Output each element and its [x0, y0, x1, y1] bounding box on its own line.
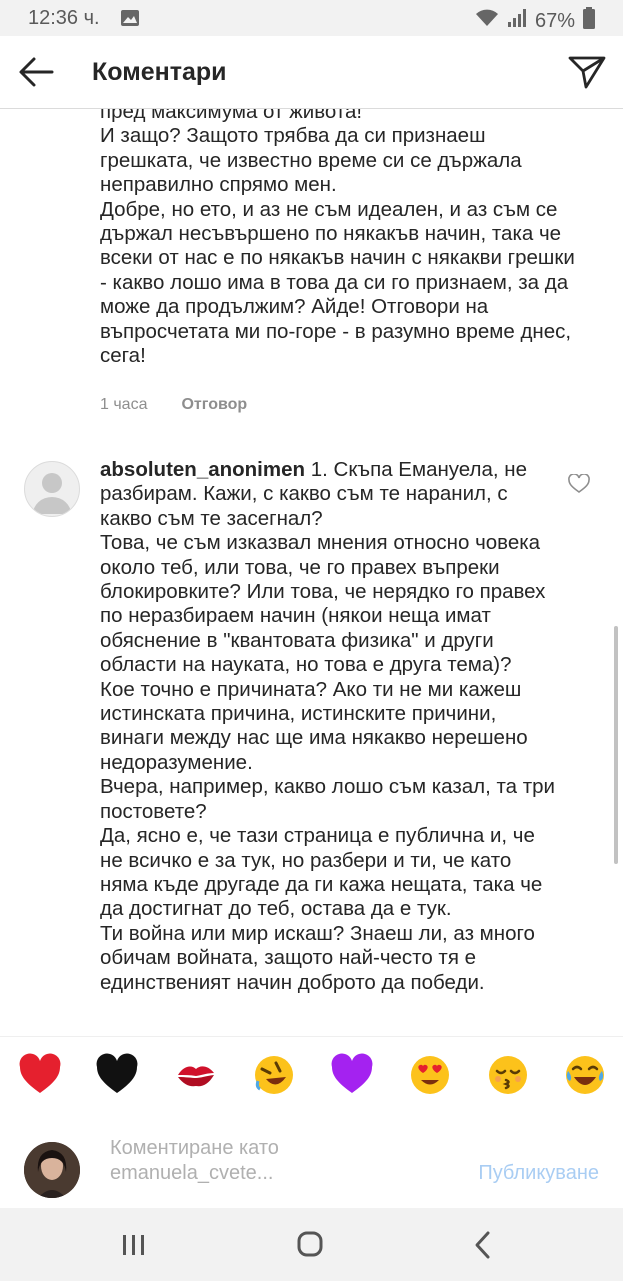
emoji-bar [0, 1036, 623, 1114]
battery-percent: 67% [534, 9, 575, 32]
scrollbar[interactable] [614, 626, 618, 864]
comment-body: пред максимума от живота! И защо? Защото… [100, 108, 575, 368]
avatar[interactable] [24, 461, 80, 517]
like-heart-icon[interactable] [568, 473, 590, 494]
black-heart-icon[interactable] [95, 1053, 139, 1097]
comment-meta: 1 часа Отговор [100, 396, 247, 414]
comment-time: 1 часа [100, 396, 148, 413]
comment-text: 1. Скъпа Емануела, не разбирам. Кажи, с … [100, 458, 556, 994]
home-icon[interactable] [290, 1228, 330, 1262]
kissing-closed-eyes-icon[interactable] [486, 1053, 530, 1097]
comment-body: absoluten_anonimen 1. Скъпа Емануела, не… [100, 458, 558, 995]
publish-button[interactable]: Публикуване [478, 1162, 599, 1185]
direct-send-icon[interactable] [567, 54, 607, 90]
heart-eyes-icon[interactable] [408, 1053, 452, 1097]
comment-input[interactable]: Коментиране като emanuela_cvete... [110, 1136, 430, 1186]
comments-list[interactable]: пред максимума от живота! И защо? Защото… [0, 108, 623, 1036]
signal-icon [507, 8, 527, 34]
red-heart-icon[interactable] [18, 1053, 62, 1097]
comment-composer: Коментиране като emanuela_cvete... Публи… [0, 1112, 623, 1208]
recent-apps-icon[interactable] [114, 1228, 154, 1262]
status-time: 12:36 ч. [28, 7, 100, 29]
current-user-avatar [24, 1142, 80, 1198]
tears-of-joy-icon[interactable] [563, 1053, 607, 1097]
back-arrow-icon[interactable] [14, 54, 58, 90]
reply-button[interactable]: Отговор [181, 396, 247, 414]
wifi-icon [475, 8, 499, 34]
status-bar: 12:36 ч. 67% [0, 0, 623, 36]
page-title: Коментари [92, 58, 227, 86]
app-header: Коментари [0, 36, 623, 109]
battery-icon [583, 7, 595, 35]
system-nav-bar [0, 1208, 623, 1281]
comment-username[interactable]: absoluten_anonimen [100, 458, 305, 481]
gallery-notification-icon [120, 9, 140, 33]
rolling-laughing-icon[interactable] [252, 1053, 296, 1097]
back-nav-icon[interactable] [464, 1228, 504, 1262]
kiss-mark-icon[interactable] [174, 1053, 218, 1097]
purple-heart-icon[interactable] [330, 1053, 374, 1097]
